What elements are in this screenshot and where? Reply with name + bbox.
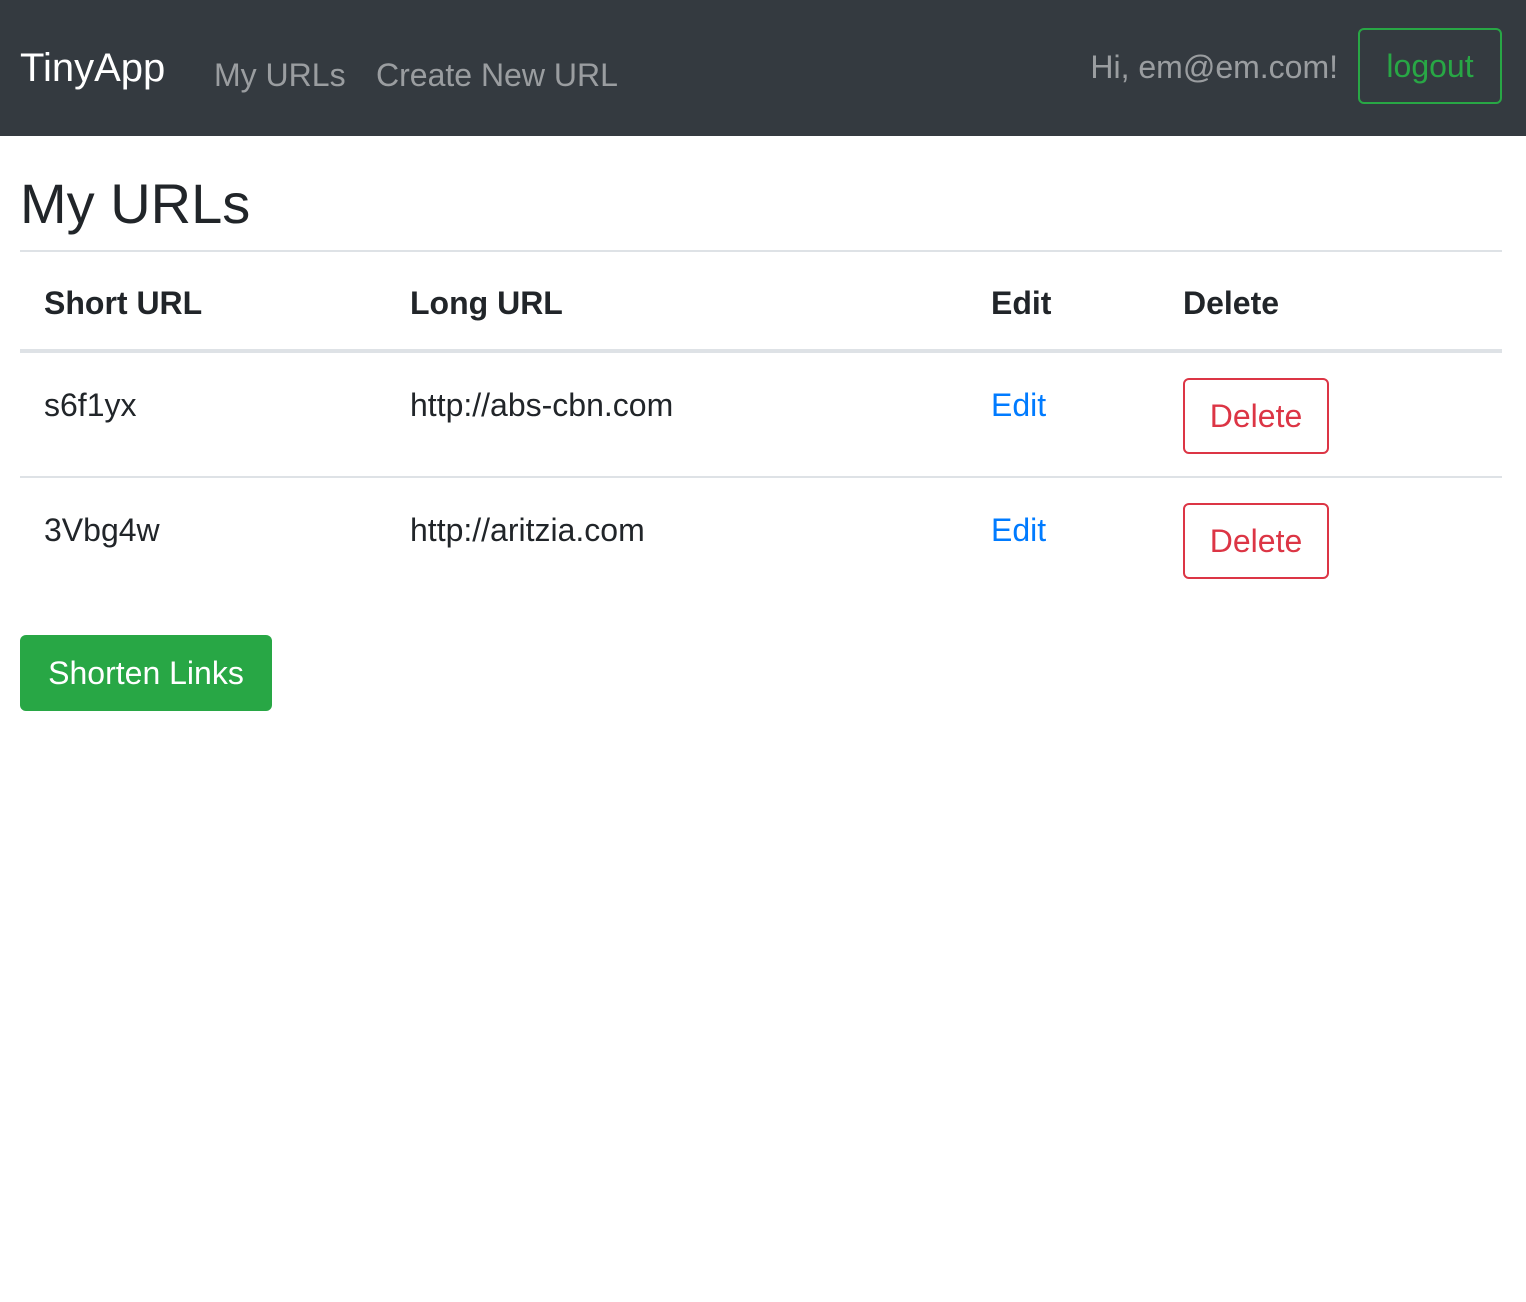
edit-link[interactable]: Edit xyxy=(991,387,1046,423)
table-row: 3Vbg4w http://aritzia.com Edit Delete xyxy=(20,476,1502,603)
table-row: s6f1yx http://abs-cbn.com Edit Delete xyxy=(20,351,1502,477)
table-header-row: Short URL Long URL Edit Delete xyxy=(20,250,1502,353)
delete-cell: Delete xyxy=(1159,351,1502,477)
long-url-cell: http://abs-cbn.com xyxy=(410,387,674,423)
short-url-cell: 3Vbg4w xyxy=(20,476,386,603)
user-greeting: Hi, em@em.com! xyxy=(1090,49,1338,85)
edit-cell: Edit xyxy=(967,476,1159,603)
nav-link-my-urls[interactable]: My URLs xyxy=(214,52,346,98)
delete-button[interactable]: Delete xyxy=(1183,503,1329,579)
column-header-edit: Edit xyxy=(967,250,1159,353)
long-url-cell: http://aritzia.com xyxy=(386,476,967,603)
delete-button[interactable]: Delete xyxy=(1183,378,1329,454)
edit-cell: Edit xyxy=(967,351,1159,477)
urls-table: Short URL Long URL Edit Delete s6f1yx ht… xyxy=(20,250,1502,603)
edit-link[interactable]: Edit xyxy=(991,512,1046,548)
column-header-short-url: Short URL xyxy=(20,250,386,353)
brand-link[interactable]: TinyApp xyxy=(20,42,165,94)
top-navbar: TinyApp My URLs Create New URL Hi, em@em… xyxy=(0,0,1526,136)
nav-link-create-new-url[interactable]: Create New URL xyxy=(376,52,618,98)
page-title: My URLs xyxy=(20,172,251,235)
column-header-long-url: Long URL xyxy=(386,250,967,353)
delete-cell: Delete xyxy=(1159,476,1502,603)
logout-button[interactable]: logout xyxy=(1358,28,1502,104)
column-header-delete: Delete xyxy=(1159,250,1502,353)
shorten-links-button[interactable]: Shorten Links xyxy=(20,635,272,711)
short-url-cell: s6f1yx xyxy=(44,387,137,423)
